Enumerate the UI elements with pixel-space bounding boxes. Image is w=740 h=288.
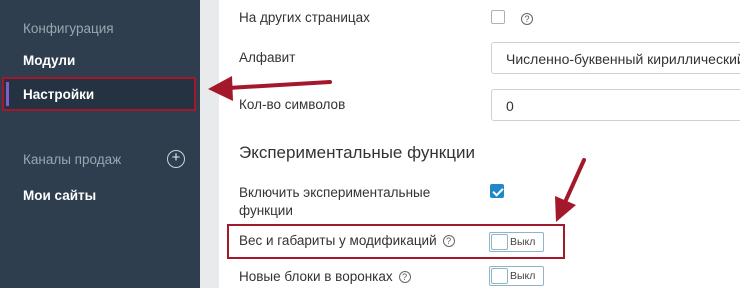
weight-dimensions-toggle[interactable]: Выкл [489, 232, 544, 252]
sidebar-gap [200, 0, 219, 288]
sidebar-heading-sales: Каналы продаж [23, 152, 122, 167]
alphabet-label: Алфавит [239, 50, 296, 65]
settings-panel: На других страницах ? Алфавит Численно-б… [219, 0, 740, 288]
toggle-knob [491, 234, 508, 250]
funnel-blocks-toggle[interactable]: Выкл [489, 266, 544, 286]
active-indicator [6, 82, 9, 106]
exp-enable-checkbox[interactable] [490, 184, 504, 198]
sidebar-heading-config: Конфигурация [23, 21, 114, 36]
sidebar-item-settings-label: Настройки [23, 87, 95, 102]
toggle-knob [491, 268, 508, 284]
weight-dimensions-label: Вес и габариты у модификаций [239, 233, 437, 248]
toggle-state: Выкл [510, 236, 536, 248]
char-count-label: Кол-во символов [239, 97, 346, 112]
char-count-input[interactable]: 0 [491, 89, 740, 121]
help-icon[interactable]: ? [442, 235, 455, 247]
weight-dimensions-row: Вес и габариты у модификаций? [239, 233, 455, 248]
exp-enable-label: Включить экспериментальные функции [239, 185, 431, 218]
sidebar-item-settings[interactable]: Настройки [2, 77, 196, 111]
funnel-blocks-row: Новые блоки в воронках? [239, 269, 411, 284]
other-pages-label: На других страницах [239, 10, 370, 25]
add-channel-plus-icon[interactable]: + [167, 150, 185, 168]
help-icon[interactable]: ? [521, 13, 533, 25]
sidebar-item-my-sites[interactable]: Мои сайты [23, 188, 96, 203]
sidebar-item-modules[interactable]: Модули [23, 53, 75, 68]
other-pages-checkbox[interactable] [491, 10, 505, 24]
help-icon[interactable]: ? [398, 271, 411, 283]
sidebar: Конфигурация Модули Настройки Каналы про… [0, 0, 200, 288]
alphabet-select[interactable]: Численно-буквенный кириллический [491, 42, 740, 74]
toggle-state: Выкл [510, 270, 536, 282]
funnel-blocks-label: Новые блоки в воронках [239, 269, 393, 284]
section-title: Экспериментальные функции [239, 143, 475, 162]
